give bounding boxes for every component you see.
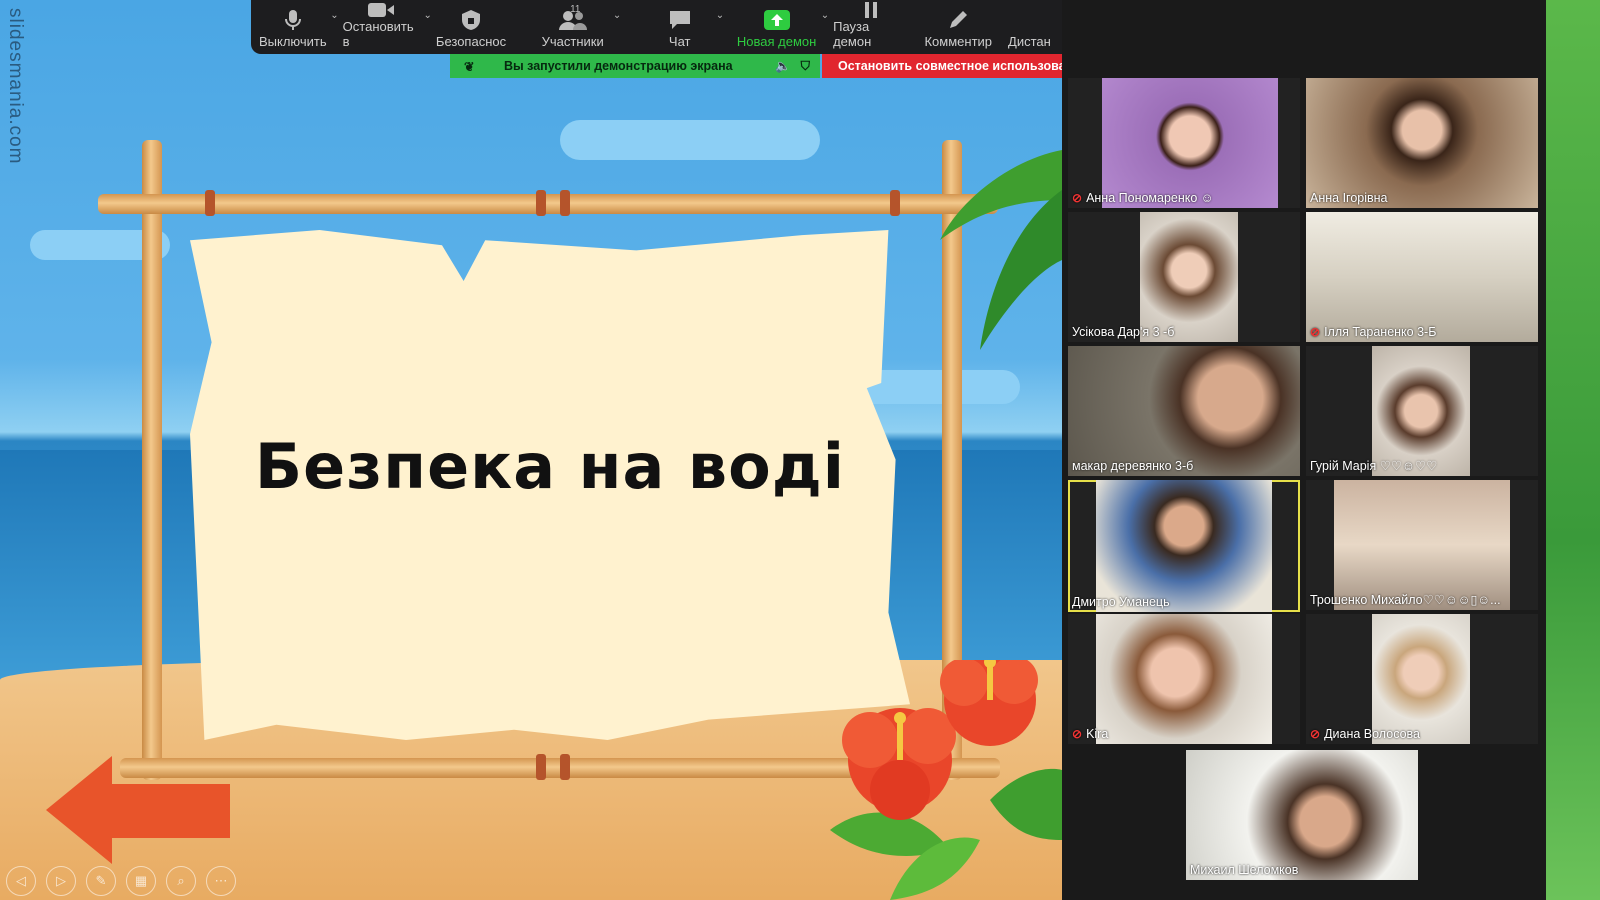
participant-video <box>1372 614 1470 744</box>
toolbar-label: Остановить в <box>342 19 414 49</box>
participant-name-label: Михаил Шеломков <box>1190 863 1299 877</box>
muted-mic-icon: ⊘ <box>1072 727 1083 741</box>
watermark: slidesmania.com <box>5 8 26 165</box>
rope-knot <box>205 190 215 216</box>
security-button[interactable]: Безопаснос <box>428 0 514 54</box>
participant-count: 11 <box>570 4 581 15</box>
back-arrow[interactable] <box>46 756 230 864</box>
participant-video <box>1140 212 1238 342</box>
rope-knot <box>890 190 900 216</box>
rope-knot <box>560 754 570 780</box>
chat-icon <box>668 6 692 34</box>
toolbar-label: Дистан <box>1008 34 1051 49</box>
pen-tool-icon[interactable]: ✎ <box>86 866 116 896</box>
participant-tile[interactable]: ⊘ Диана Волосова <box>1306 614 1538 744</box>
participant-video <box>1372 346 1470 476</box>
participant-video <box>1186 750 1418 880</box>
toolbar-label: Выключить <box>259 34 327 49</box>
participants-button[interactable]: 11 ⌄ Участники <box>514 0 631 54</box>
stop-share-button[interactable]: Остановить совместное использование <box>822 54 1062 78</box>
video-camera-icon <box>367 0 395 19</box>
chevron-down-icon[interactable]: ⌄ <box>716 10 724 21</box>
hibiscus-flowers <box>830 660 1062 900</box>
pen-icon <box>948 6 968 34</box>
participant-video <box>1096 614 1272 744</box>
participant-name-label: Трошенко Михайло♡♡☺☺▯☺... <box>1310 593 1501 607</box>
participant-tile[interactable]: Трошенко Михайло♡♡☺☺▯☺... <box>1306 480 1538 610</box>
pause-share-button[interactable]: Пауза демон <box>825 0 916 54</box>
speaker-icon: 🔈 <box>775 58 791 73</box>
muted-mic-icon: ⊘ <box>1310 325 1321 339</box>
next-slide-icon[interactable]: ▷ <box>46 866 76 896</box>
annotate-button[interactable]: Комментир <box>916 0 1000 54</box>
toolbar-label: Пауза демон <box>833 19 872 49</box>
participant-name-label: Гурій Марія ♡♡☺♡♡ <box>1310 459 1438 473</box>
participant-tile[interactable]: ⊘ Ілля Тараненко 3-Б <box>1306 212 1538 342</box>
rope-knot <box>560 190 570 216</box>
shield-check-icon: ⛉ <box>800 58 810 73</box>
shield-icon <box>461 6 481 34</box>
remote-control-button[interactable]: Дистан <box>1000 0 1062 54</box>
stop-share-label: Остановить совместное использование <box>838 59 1062 73</box>
chevron-down-icon[interactable]: ⌄ <box>613 10 621 21</box>
share-status-bar: ❦ Вы запустили демонстрацию экрана 🔈 ⛉ <box>450 54 820 78</box>
participant-name-label: ⊘ Ілля Тараненко 3-Б <box>1310 325 1437 339</box>
slide-navigation-controls: ◁ ▷ ✎ ▦ ⌕ ⋯ <box>6 866 236 896</box>
zoom-icon[interactable]: ⌕ <box>166 866 196 896</box>
presentation-slide: slidesmania.com Безпека на воді ◁ ▷ ✎ ▦ … <box>0 0 1062 900</box>
participant-tile[interactable]: Анна Ігорівна <box>1306 78 1538 208</box>
participant-tile[interactable]: Михаил Шеломков <box>1186 750 1418 880</box>
microphone-icon <box>284 6 302 34</box>
toolbar-label: Участники <box>541 34 604 49</box>
rope-knot <box>536 190 546 216</box>
participant-name-label: Дмитро Уманець <box>1072 595 1170 609</box>
bamboo-bar-top <box>98 194 998 214</box>
participant-name-label: макар деревянко 3-б <box>1072 459 1194 473</box>
participant-name-label: Усікова Дар'я 3 -б <box>1072 325 1175 339</box>
share-status-text: Вы запустили демонстрацию экрана <box>504 59 733 73</box>
participant-video <box>1068 346 1300 476</box>
cloud <box>560 120 820 160</box>
muted-mic-icon: ⊘ <box>1310 727 1321 741</box>
pause-icon <box>863 0 879 19</box>
participant-video <box>1096 480 1272 612</box>
participant-tile[interactable]: Гурій Марія ♡♡☺♡♡ <box>1306 346 1538 476</box>
mute-button[interactable]: ⌄ Выключить <box>251 0 339 54</box>
slides-grid-icon[interactable]: ▦ <box>126 866 156 896</box>
new-share-button[interactable]: ⌄ Новая демон <box>728 0 829 54</box>
leaf-icon: ❦ <box>464 59 475 74</box>
participant-tile[interactable]: Усікова Дар'я 3 -б <box>1068 212 1300 342</box>
participant-name-label: ⊘ Kira <box>1072 727 1109 741</box>
stop-video-button[interactable]: ⌄ Остановить в <box>335 0 432 54</box>
participant-tile[interactable]: ⊘ Kira <box>1068 614 1300 744</box>
toolbar-label: Новая демон <box>736 34 817 49</box>
participant-video <box>1306 78 1538 208</box>
participant-video <box>1102 78 1278 208</box>
palm-leaves <box>940 150 1062 350</box>
toolbar-label: Безопаснос <box>435 34 507 49</box>
participant-name-label: ⊘ Анна Пономаренко ☺ <box>1072 191 1214 205</box>
previous-slide-icon[interactable]: ◁ <box>6 866 36 896</box>
meeting-toolbar: ⌄ Выключить ⌄ Остановить в Безопаснос 11… <box>251 0 1062 54</box>
toolbar-label: Комментир <box>924 34 993 49</box>
chat-button[interactable]: ⌄ Чат <box>631 0 728 54</box>
bamboo-pole-left <box>142 140 162 780</box>
participant-name-label: Анна Ігорівна <box>1310 191 1388 205</box>
slide-title: Безпека на воді <box>254 430 846 503</box>
participant-tile-active-speaker[interactable]: Дмитро Уманець <box>1068 480 1300 612</box>
toolbar-label: Чат <box>668 34 691 49</box>
muted-mic-icon: ⊘ <box>1072 191 1083 205</box>
share-screen-icon <box>763 6 790 34</box>
more-options-icon[interactable]: ⋯ <box>206 866 236 896</box>
participant-name-label: ⊘ Диана Волосова <box>1310 727 1420 741</box>
desktop-background-edge <box>1546 0 1600 900</box>
participant-tile[interactable]: ⊘ Анна Пономаренко ☺ <box>1068 78 1300 208</box>
rope-knot <box>536 754 546 780</box>
participant-video <box>1334 480 1510 610</box>
participants-gallery: ⊘ Анна Пономаренко ☺ Анна Ігорівна Усіков… <box>1062 0 1546 900</box>
participant-video <box>1306 212 1538 342</box>
participant-tile[interactable]: макар деревянко 3-б <box>1068 346 1300 476</box>
